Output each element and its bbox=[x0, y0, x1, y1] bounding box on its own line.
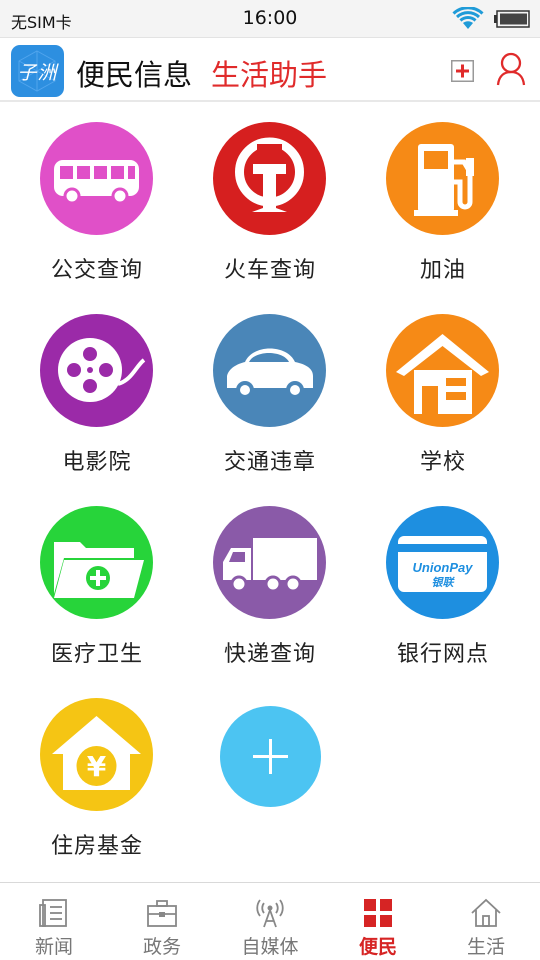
status-bar: 无SIM卡 16:00 bbox=[0, 0, 540, 38]
school-house-icon bbox=[386, 314, 499, 427]
tile-label: 学校 bbox=[419, 450, 466, 475]
film-reel-icon bbox=[40, 314, 153, 427]
tile-cinema[interactable]: 电影院 bbox=[12, 296, 182, 486]
tile-bank-branch[interactable]: UnionPay 银联 银行网点 bbox=[358, 488, 528, 678]
tile-label: 公交查询 bbox=[50, 258, 143, 283]
tile-train-query[interactable]: 火车查询 bbox=[185, 104, 355, 294]
broadcast-icon bbox=[256, 899, 284, 928]
nav-self-media[interactable]: 自媒体 bbox=[216, 883, 324, 960]
tile-add-service[interactable] bbox=[185, 680, 355, 870]
car-icon bbox=[213, 314, 326, 427]
add-icon[interactable] bbox=[451, 60, 474, 82]
tile-label: 交通违章 bbox=[223, 450, 316, 475]
unionpay-cn-text: 银联 bbox=[432, 576, 456, 589]
delivery-truck-icon bbox=[213, 506, 326, 619]
bus-icon bbox=[40, 122, 153, 235]
grid-icon bbox=[364, 899, 392, 927]
home-icon bbox=[471, 898, 501, 927]
briefcase-icon bbox=[147, 900, 177, 927]
add-plus-icon bbox=[220, 706, 321, 807]
wifi-icon bbox=[452, 7, 484, 29]
page-title: 便民信息 bbox=[76, 58, 193, 92]
tile-label: 医疗卫生 bbox=[50, 642, 143, 667]
page-subtitle: 生活助手 bbox=[211, 58, 328, 92]
tile-label: 火车查询 bbox=[223, 258, 316, 283]
tile-traffic-violation[interactable]: 交通违章 bbox=[185, 296, 355, 486]
nav-government[interactable]: 政务 bbox=[108, 883, 216, 960]
tile-school[interactable]: 学校 bbox=[358, 296, 528, 486]
nav-label: 新闻 bbox=[34, 936, 73, 958]
nav-label: 政务 bbox=[142, 936, 181, 958]
tile-label: 快递查询 bbox=[223, 642, 316, 667]
news-icon bbox=[39, 899, 67, 927]
app-logo: 子洲 bbox=[11, 45, 64, 97]
nav-label: 生活 bbox=[466, 936, 505, 958]
railway-icon bbox=[213, 122, 326, 235]
fuel-pump-icon bbox=[386, 122, 499, 235]
tile-bus-query[interactable]: 公交查询 bbox=[12, 104, 182, 294]
nav-label: 便民 bbox=[358, 936, 397, 958]
logo-text: 子洲 bbox=[17, 62, 58, 84]
app-header: 子洲 便民信息 生活助手 bbox=[0, 38, 540, 102]
battery-icon bbox=[494, 10, 530, 28]
nav-news[interactable]: 新闻 bbox=[0, 883, 108, 960]
tile-label: 住房基金 bbox=[50, 834, 143, 859]
nav-label: 自媒体 bbox=[241, 936, 299, 958]
tile-label: 电影院 bbox=[62, 450, 132, 475]
tile-label: 加油 bbox=[419, 258, 466, 283]
tile-express-query[interactable]: 快递查询 bbox=[185, 488, 355, 678]
tile-label: 银行网点 bbox=[396, 642, 489, 667]
tile-fuel[interactable]: 加油 bbox=[358, 104, 528, 294]
nav-convenience[interactable]: 便民 bbox=[324, 883, 432, 960]
tile-housing-fund[interactable]: ¥ 住房基金 bbox=[12, 680, 182, 870]
unionpay-text: UnionPay bbox=[413, 560, 474, 575]
user-icon[interactable] bbox=[496, 52, 526, 86]
bank-card-icon: UnionPay 银联 bbox=[386, 506, 499, 619]
medical-folder-icon bbox=[40, 506, 153, 619]
bottom-nav: 新闻 政务 自媒体 便民 生活 bbox=[0, 882, 540, 960]
yuan-symbol: ¥ bbox=[87, 750, 107, 783]
tile-medical[interactable]: 医疗卫生 bbox=[12, 488, 182, 678]
nav-life[interactable]: 生活 bbox=[432, 883, 540, 960]
housing-fund-icon: ¥ bbox=[40, 698, 153, 811]
